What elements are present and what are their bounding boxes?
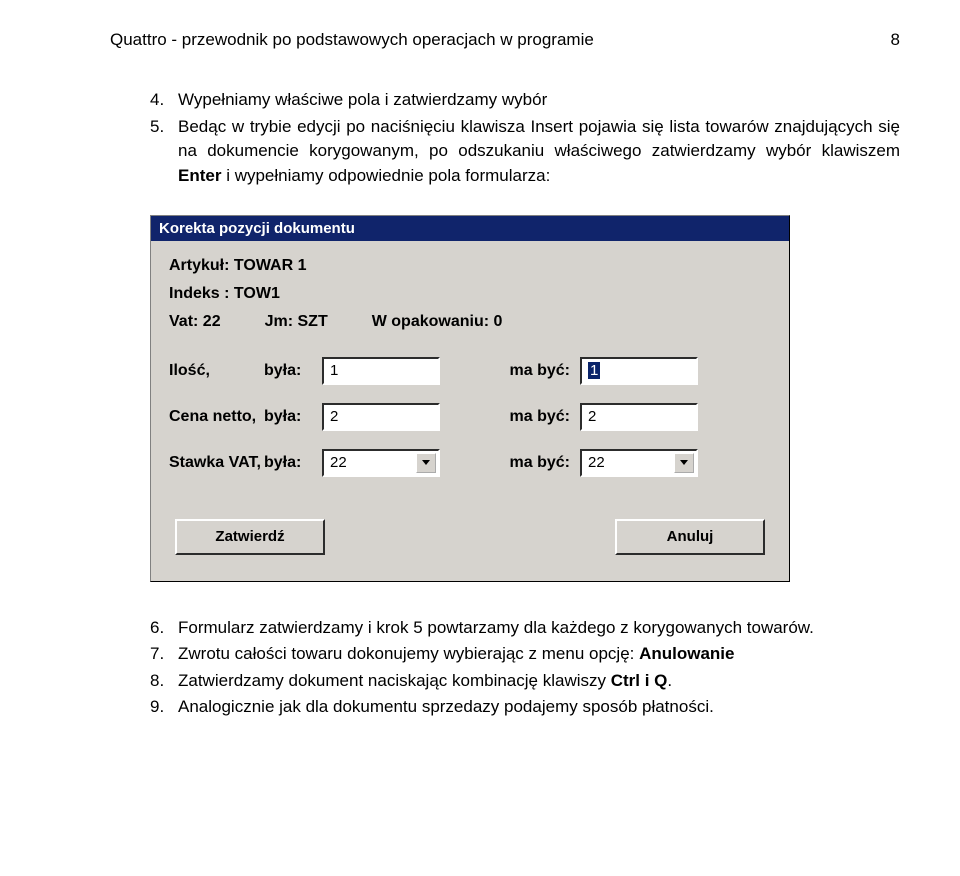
mabyc-label: ma być: bbox=[480, 454, 580, 472]
header-title: Quattro - przewodnik po podstawowych ope… bbox=[110, 30, 594, 50]
artykul-value: TOWAR 1 bbox=[234, 257, 307, 274]
intro-list: 4. Wypełniamy właściwe pola i zatwierdza… bbox=[150, 88, 900, 189]
list-text: Zatwierdzamy dokument naciskając kombina… bbox=[178, 669, 900, 694]
mabyc-label: ma być: bbox=[480, 408, 580, 426]
list-item: 8. Zatwierdzamy dokument naciskając komb… bbox=[150, 669, 900, 694]
chevron-down-icon[interactable] bbox=[416, 453, 436, 473]
mabyc-label: ma być: bbox=[480, 362, 580, 380]
byla-label: była: bbox=[264, 362, 322, 380]
dialog-titlebar: Korekta pozycji dokumentu bbox=[151, 216, 789, 241]
vat-label: Vat: bbox=[169, 313, 198, 330]
list-item: 6. Formularz zatwierdzamy i krok 5 powta… bbox=[150, 616, 900, 641]
list-item: 7. Zwrotu całości towaru dokonujemy wybi… bbox=[150, 642, 900, 667]
page-header: Quattro - przewodnik po podstawowych ope… bbox=[110, 30, 900, 50]
byla-label: była: bbox=[264, 454, 322, 472]
artykul-row: Artykuł: TOWAR 1 bbox=[169, 257, 771, 275]
list-text: Wypełniamy właściwe pola i zatwierdzamy … bbox=[178, 88, 900, 113]
select-value: 22 bbox=[330, 454, 347, 471]
indeks-value: TOW1 bbox=[234, 285, 280, 302]
list-number: 8. bbox=[150, 669, 178, 694]
stawka-row: Stawka VAT, była: 22 ma być: 22 bbox=[169, 449, 771, 477]
list-item: 4. Wypełniamy właściwe pola i zatwierdza… bbox=[150, 88, 900, 113]
vat-value: 22 bbox=[203, 313, 221, 330]
select-value: 22 bbox=[588, 454, 605, 471]
list-item: 9. Analogicznie jak dla dokumentu sprzed… bbox=[150, 695, 900, 720]
indeks-label: Indeks : bbox=[169, 285, 229, 302]
after-list: 6. Formularz zatwierdzamy i krok 5 powta… bbox=[150, 616, 900, 721]
bold-text: Enter bbox=[178, 166, 221, 185]
cancel-button[interactable]: Anuluj bbox=[615, 519, 765, 555]
list-number: 6. bbox=[150, 616, 178, 641]
text-span: Zwrotu całości towaru dokonujemy wybiera… bbox=[178, 644, 639, 663]
ilosc-byla-input[interactable]: 1 bbox=[322, 357, 440, 385]
selected-text: 1 bbox=[588, 362, 600, 379]
list-text: Bedąc w trybie edycji po naciśnięciu kla… bbox=[178, 115, 900, 189]
confirm-button[interactable]: Zatwierdź bbox=[175, 519, 325, 555]
list-text: Formularz zatwierdzamy i krok 5 powtarza… bbox=[178, 616, 900, 641]
ilosc-label: Ilość, bbox=[169, 362, 264, 380]
page-number: 8 bbox=[891, 30, 900, 50]
list-number: 9. bbox=[150, 695, 178, 720]
list-text: Analogicznie jak dla dokumentu sprzedazy… bbox=[178, 695, 900, 720]
cena-mabyc-input[interactable]: 2 bbox=[580, 403, 698, 431]
list-number: 4. bbox=[150, 88, 178, 113]
text-span: . bbox=[667, 671, 672, 690]
list-item: 5. Bedąc w trybie edycji po naciśnięciu … bbox=[150, 115, 900, 189]
byla-label: była: bbox=[264, 408, 322, 426]
list-text: Zwrotu całości towaru dokonujemy wybiera… bbox=[178, 642, 900, 667]
list-number: 5. bbox=[150, 115, 178, 189]
jm-value: SZT bbox=[298, 313, 328, 330]
text-span: Bedąc w trybie edycji po naciśnięciu kla… bbox=[178, 117, 900, 161]
text-span: i wypełniamy odpowiednie pola formularza… bbox=[221, 166, 550, 185]
jm-label: Jm: bbox=[265, 313, 293, 330]
cena-label: Cena netto, bbox=[169, 408, 264, 426]
list-number: 7. bbox=[150, 642, 178, 667]
artykul-label: Artykuł: bbox=[169, 257, 229, 274]
meta-row: Vat: 22 Jm: SZT W opakowaniu: 0 bbox=[169, 313, 771, 331]
text-span: Zatwierdzamy dokument naciskając kombina… bbox=[178, 671, 611, 690]
cena-byla-input[interactable]: 2 bbox=[322, 403, 440, 431]
chevron-down-icon[interactable] bbox=[674, 453, 694, 473]
stawka-byla-select[interactable]: 22 bbox=[322, 449, 440, 477]
correction-dialog: Korekta pozycji dokumentu Artykuł: TOWAR… bbox=[150, 215, 790, 582]
ilosc-mabyc-input[interactable]: 1 bbox=[580, 357, 698, 385]
wopak-label: W opakowaniu: bbox=[372, 313, 489, 330]
bold-text: Ctrl i Q bbox=[611, 671, 668, 690]
stawka-mabyc-select[interactable]: 22 bbox=[580, 449, 698, 477]
bold-text: Anulowanie bbox=[639, 644, 734, 663]
wopak-value: 0 bbox=[494, 313, 503, 330]
ilosc-row: Ilość, była: 1 ma być: 1 bbox=[169, 357, 771, 385]
cena-row: Cena netto, była: 2 ma być: 2 bbox=[169, 403, 771, 431]
indeks-row: Indeks : TOW1 bbox=[169, 285, 771, 303]
